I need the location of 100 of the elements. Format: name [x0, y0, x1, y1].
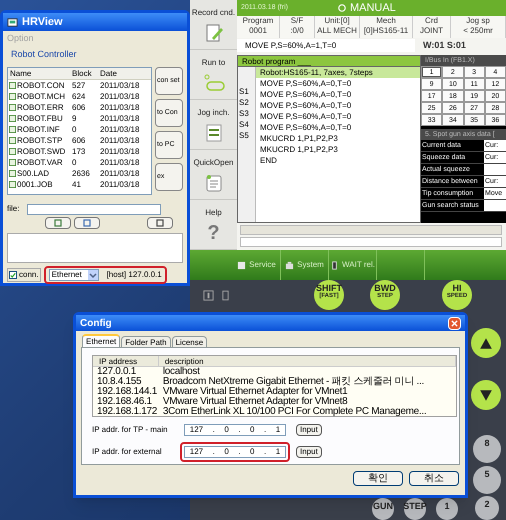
table-cell-text: localhost: [162, 367, 200, 377]
arrow-key[interactable]: [471, 328, 501, 358]
toolbar-button[interactable]: [74, 217, 100, 229]
table-cell-text: 2011/03/18: [99, 146, 140, 157]
table-cell-text: 2011/03/18: [99, 135, 140, 146]
column-header[interactable]: IP address: [93, 356, 159, 366]
toolbox-icon: [285, 260, 294, 270]
ip-address-field[interactable]: 127 . 0 . 0 . 1: [184, 424, 286, 436]
octet: 127: [190, 446, 204, 458]
dialog-title: Config: [80, 316, 112, 330]
program-line[interactable]: END: [256, 155, 420, 166]
column-header[interactable]: description: [158, 356, 456, 366]
value-field: [484, 200, 506, 211]
octet: 0: [250, 424, 254, 436]
step-label: S5: [238, 131, 249, 140]
file-name[interactable]: ROBOT.SWD: [17, 146, 66, 157]
connection-dropdown[interactable]: Ethernet: [48, 269, 99, 281]
input-field[interactable]: [240, 237, 502, 247]
column-header[interactable]: Name: [8, 68, 70, 79]
close-icon: [451, 320, 458, 326]
column-header[interactable]: Block: [70, 68, 98, 79]
switch-icon: [203, 290, 214, 301]
program-line[interactable]: MKUCRD 1,P1,P2,P3: [256, 144, 420, 155]
arrow-key[interactable]: [471, 380, 501, 410]
status-field: Jog sp < 250mr: [451, 16, 506, 38]
file-name[interactable]: ROBOT.ERR: [17, 102, 64, 113]
table-cell-text: 2011/03/18: [99, 168, 140, 179]
value-field: [484, 164, 506, 175]
field-label: IP addr. for TP - main: [92, 424, 169, 436]
key-button[interactable]: 1: [436, 498, 458, 520]
table-cell-text: 2011/03/18: [99, 91, 140, 102]
file-input[interactable]: [27, 204, 162, 214]
file-name[interactable]: ROBOT.FBU: [17, 113, 63, 124]
status-field: Program 0001: [237, 16, 280, 38]
table-cell-text: 2011/03/18: [99, 179, 140, 190]
program-line[interactable]: MKUCRD 1,P1,P2,P3: [256, 133, 420, 144]
mode-label: MANUAL: [350, 0, 396, 16]
table-cell-text: 0: [71, 157, 78, 168]
table-cell-text: 173: [71, 146, 86, 157]
file-name[interactable]: ROBOT.MCH: [17, 91, 65, 102]
dialog-button[interactable]: 취소: [409, 471, 459, 486]
close-button[interactable]: [448, 316, 461, 330]
key-button[interactable]: 8: [473, 435, 501, 463]
ip-address-field[interactable]: 127 . 0 . 0 . 1: [184, 446, 286, 458]
file-icon: [156, 219, 164, 227]
octet: 127: [190, 424, 204, 436]
status-field: S/F :0/0: [280, 16, 315, 38]
field-label: IP addr. for external: [92, 446, 163, 458]
table-cell-text: 41: [71, 179, 82, 190]
column-header[interactable]: Date: [98, 68, 148, 79]
program-line[interactable]: MOVE P,S=60%,A=0,T=0: [256, 111, 420, 122]
table-cell-text: 10.8.4.155: [96, 377, 142, 387]
key-button[interactable]: GUN: [372, 498, 394, 520]
status-field: Unit:[0] ALL MECH: [315, 16, 360, 38]
table-cell-text: 527: [71, 80, 86, 91]
tab[interactable]: Ethernet: [82, 334, 120, 347]
program-line[interactable]: MOVE P,S=60%,A=0,T=0: [256, 100, 420, 111]
dot-separator: .: [264, 446, 266, 458]
panel-icon: [237, 260, 246, 270]
octet: 0: [224, 424, 229, 436]
key-button[interactable]: 5: [473, 466, 501, 494]
program-line[interactable]: MOVE P,S=60%,A=0,T=0: [256, 122, 420, 133]
panel-title: Robot program ___: [238, 56, 420, 67]
step-info: W:01 S:01: [423, 38, 466, 52]
program-line[interactable]: MOVE P,S=60%,A=0,T=0: [256, 78, 420, 89]
checkbox[interactable]: [9, 271, 17, 279]
file-name[interactable]: S00.LAD: [17, 168, 50, 179]
file-name[interactable]: ROBOT.CON: [17, 80, 65, 91]
program-line[interactable]: MOVE P,S=60%,A=0,T=0: [256, 89, 420, 100]
table-cell-text: 2011/03/18: [99, 102, 140, 113]
file-name[interactable]: 0001.JOB: [17, 179, 53, 190]
toolbar-button[interactable]: [45, 217, 71, 229]
step-label: S3: [238, 109, 249, 118]
table-cell-text: 0: [71, 124, 78, 135]
tab[interactable]: Folder Path: [121, 336, 171, 347]
toolbar-button[interactable]: [147, 217, 173, 229]
dot-separator: .: [212, 424, 215, 436]
table-cell-text: 624: [71, 91, 86, 102]
file-name[interactable]: ROBOT.INF: [17, 124, 60, 135]
file-name[interactable]: ROBOT.STP: [17, 135, 62, 146]
checkbox-label: conn.: [19, 269, 39, 281]
key-button[interactable]: 2: [475, 496, 499, 520]
tab[interactable]: License: [172, 336, 208, 347]
table-cell-text: 9: [71, 113, 78, 124]
table-cell-text: 3Com EtherLink XL 10/100 PCI For Complete PC Manageme...: [162, 407, 428, 417]
step-label: S2: [238, 98, 249, 107]
notepad-pencil-icon: [204, 22, 224, 42]
help-icon: ?: [207, 222, 220, 242]
dot-separator: .: [238, 446, 241, 458]
table-cell-text: 2636: [71, 168, 91, 179]
input-button[interactable]: Input: [296, 446, 322, 458]
file-name[interactable]: ROBOT.VAR: [17, 157, 63, 168]
table-cell-text: 2011/03/18: [99, 113, 140, 124]
table-cell-text: 2011/03/18: [99, 80, 140, 91]
input-button[interactable]: Input: [296, 424, 322, 436]
triangle-up-icon: [479, 336, 493, 350]
table-cell-text: 2011/03/18: [99, 124, 140, 135]
dialog-button[interactable]: 확인: [353, 471, 403, 486]
dot-separator: .: [212, 446, 215, 458]
document-icon: [204, 172, 224, 192]
